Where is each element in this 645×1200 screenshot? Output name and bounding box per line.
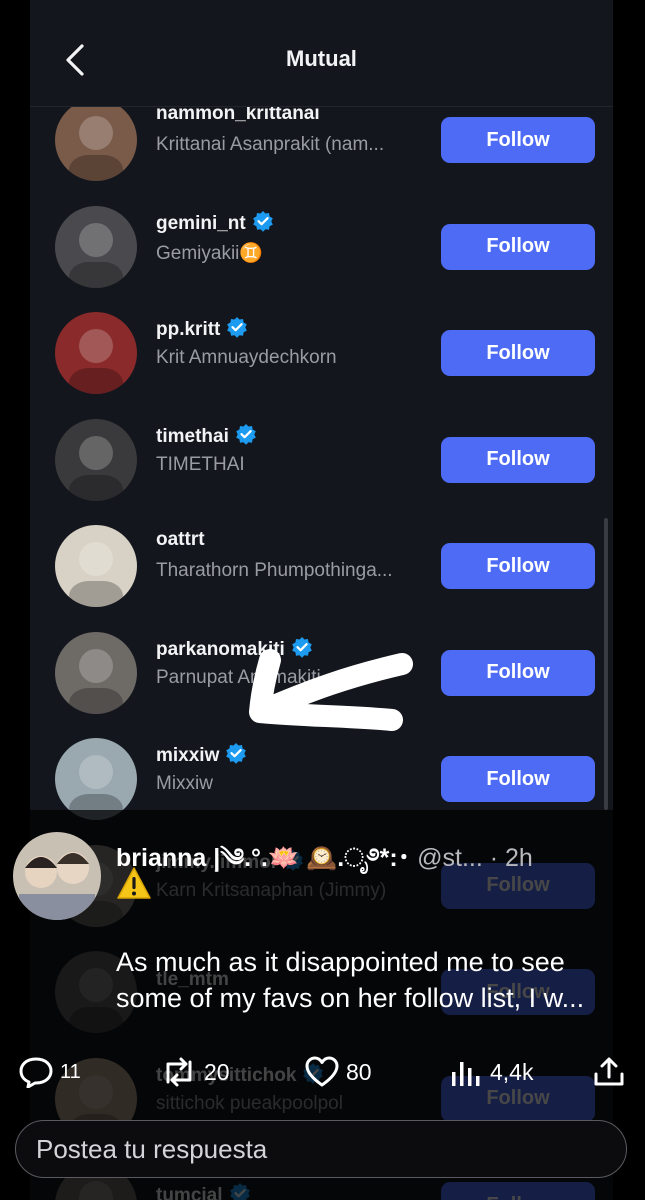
verified-badge-icon [292,636,312,658]
username-text: parkanomakiti [156,638,285,660]
reply-placeholder: Postea tu respuesta [36,1134,268,1164]
verified-badge-icon [236,423,256,445]
follow-button[interactable]: Follow [441,117,595,163]
share-button[interactable] [592,1056,626,1088]
username-text: mixxiw [156,745,220,766]
username[interactable]: gemini_nt [156,210,274,238]
username-text: gemini_nt [156,212,246,234]
username[interactable]: timethai [156,423,257,451]
username[interactable]: parkanomakiti [156,636,313,664]
reply-input[interactable]: Postea tu respuesta [15,1120,627,1178]
tweet-author-name[interactable]: brianna |༄.°.🪷 🕰️.ೃ࿔*:･ [116,844,410,872]
verified-badge-icon [227,317,248,338]
avatar[interactable] [55,738,137,820]
tweet-header: brianna |༄.°.🪷 🕰️.ೃ࿔*:･ @st... · 2h [116,829,533,900]
heart-icon [305,1056,339,1087]
like-button[interactable]: 80 [304,1056,372,1088]
verified-badge-icon [252,210,273,232]
avatar[interactable] [55,312,137,394]
views-button[interactable]: 4,4k [448,1056,533,1088]
username-text: timethai [156,425,229,447]
display-name: Parnupat Anomakiti [156,666,321,688]
username-text: pp.kritt [156,319,221,340]
tweet-meta: @st... · 2h [417,844,533,872]
follow-button[interactable]: Follow [441,223,595,270]
repost-count: 20 [204,1058,230,1085]
page-title: Mutual [286,46,357,71]
display-name: Gemiyakii♊ [156,242,264,264]
reply-count: 11 [60,1060,81,1083]
tweet-text-line: As much as it disappointed me to see [116,947,565,977]
tweet-author-avatar[interactable] [13,832,101,920]
tweet-text: As much as it disappointed me to see som… [116,944,636,1016]
verified-badge-icon [226,743,247,764]
user-row[interactable]: gemini_nt Gemiyakii♊ Follow [30,194,613,300]
display-name: TIMETHAI [156,453,245,475]
user-row[interactable]: timethai TIMETHAI Follow [30,407,613,513]
avatar[interactable] [55,205,137,288]
user-row[interactable]: oattrt Tharathorn Phumpothinga... Follow [30,513,613,619]
follow-button[interactable]: Follow [441,649,595,696]
follow-button[interactable]: Follow [441,543,595,589]
like-count: 80 [346,1058,372,1085]
display-name: Mixxiw [156,773,213,794]
follow-button[interactable]: Follow [441,330,595,376]
tweet-text-line: some of my favs on her follow list, I w.… [116,983,585,1013]
avatar[interactable] [55,99,137,181]
display-name: Tharathorn Phumpothinga... [156,560,393,581]
username[interactable]: pp.kritt [156,316,248,344]
reply-button[interactable]: 11 [18,1056,81,1088]
repost-icon [166,1057,192,1087]
follow-button[interactable]: Follow [441,436,595,483]
reply-icon [19,1057,53,1088]
display-name: Krit Amnuaydechkorn [156,347,337,368]
username-text: oattrt [156,529,205,550]
user-row[interactable]: parkanomakiti Parnupat Anomakiti Follow [30,620,613,726]
view-count: 4,4k [490,1058,534,1085]
scrollbar[interactable] [604,518,608,810]
header: Mutual [30,0,613,107]
warning-icon [116,866,152,905]
username[interactable]: oattrt [156,529,205,551]
repost-button[interactable]: 20 [160,1056,230,1088]
username[interactable]: mixxiw [156,742,247,770]
share-icon [594,1057,624,1086]
avatar[interactable] [55,525,137,607]
user-row[interactable]: pp.kritt Krit Amnuaydechkorn Follow [30,300,613,406]
avatar[interactable] [55,631,137,714]
bar-chart-icon [452,1062,480,1086]
display-name: Krittanai Asanprakit (nam... [156,134,385,155]
follow-button[interactable]: Follow [441,756,595,802]
avatar[interactable] [55,418,137,501]
